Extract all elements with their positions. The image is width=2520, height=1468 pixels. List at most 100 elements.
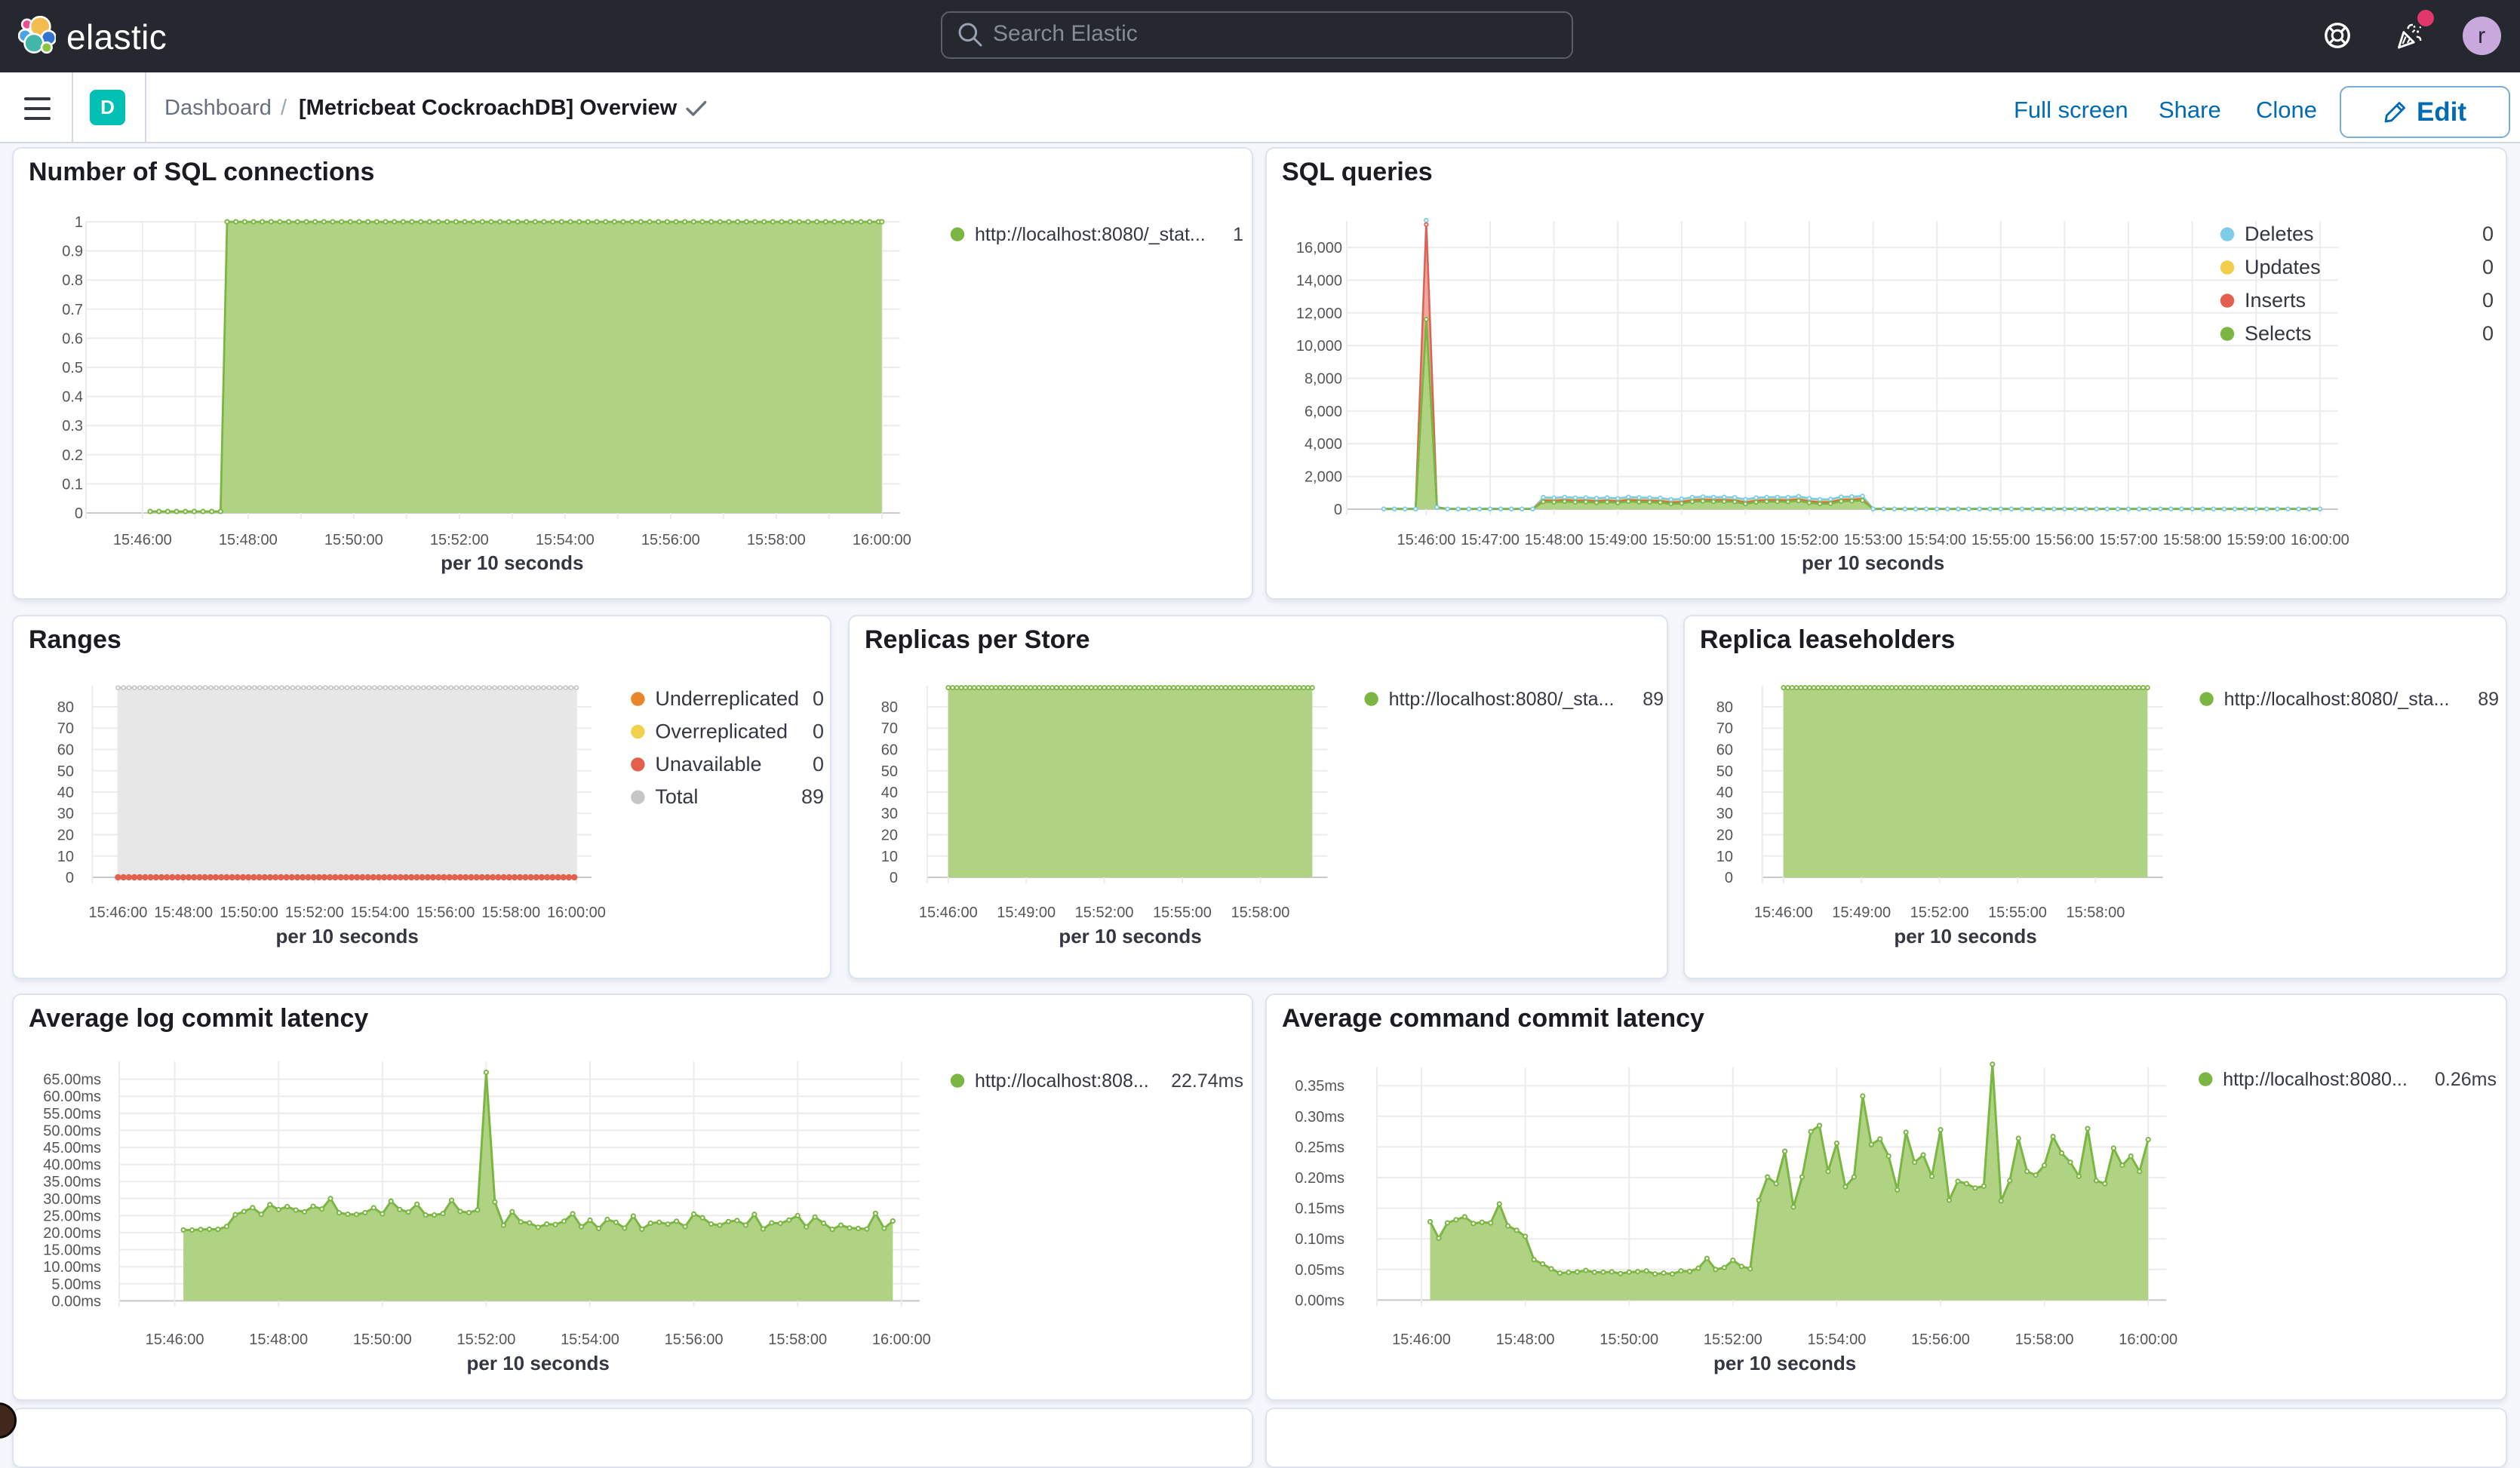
svg-text:15:58:00: 15:58:00 (481, 904, 540, 921)
svg-text:http://localhost:8080/_sta...: http://localhost:8080/_sta... (2224, 689, 2450, 710)
svg-text:0: 0 (2482, 289, 2494, 312)
svg-text:15.00ms: 15.00ms (43, 1242, 101, 1259)
svg-text:70: 70 (57, 720, 74, 737)
svg-text:15:58:00: 15:58:00 (768, 1331, 827, 1348)
svg-text:10.00ms: 10.00ms (43, 1259, 101, 1276)
svg-text:65.00ms: 65.00ms (43, 1072, 101, 1089)
svg-text:15:54:00: 15:54:00 (536, 532, 595, 548)
svg-text:0.4: 0.4 (62, 389, 83, 406)
svg-text:15:48:00: 15:48:00 (1525, 532, 1584, 548)
svg-text:15:52:00: 15:52:00 (1910, 904, 1969, 921)
svg-text:0.9: 0.9 (62, 244, 83, 260)
svg-text:0: 0 (2482, 256, 2494, 278)
svg-text:15:46:00: 15:46:00 (919, 904, 978, 921)
svg-text:45.00ms: 45.00ms (43, 1140, 101, 1156)
svg-text:15:58:00: 15:58:00 (2015, 1331, 2074, 1348)
svg-text:0: 0 (2482, 223, 2494, 245)
svg-text:15:52:00: 15:52:00 (1704, 1331, 1762, 1348)
svg-text:0.6: 0.6 (62, 330, 83, 347)
svg-text:15:54:00: 15:54:00 (351, 904, 410, 921)
svg-text:15:58:00: 15:58:00 (2066, 904, 2125, 921)
svg-text:10,000: 10,000 (1296, 338, 1342, 355)
svg-text:Selects: Selects (2245, 322, 2312, 345)
svg-text:15:58:00: 15:58:00 (1231, 904, 1289, 921)
svg-text:16,000: 16,000 (1296, 240, 1342, 256)
svg-text:15:52:00: 15:52:00 (456, 1331, 515, 1348)
svg-text:15:50:00: 15:50:00 (324, 532, 383, 548)
svg-text:15:53:00: 15:53:00 (1844, 532, 1903, 548)
svg-text:10: 10 (1716, 849, 1733, 865)
svg-text:10: 10 (57, 849, 74, 865)
svg-text:0: 0 (890, 870, 898, 886)
svg-text:20.00ms: 20.00ms (43, 1225, 101, 1242)
svg-text:15:54:00: 15:54:00 (1807, 1331, 1866, 1348)
svg-text:30: 30 (881, 806, 898, 822)
svg-text:16:00:00: 16:00:00 (2291, 532, 2349, 548)
svg-text:15:52:00: 15:52:00 (1780, 532, 1839, 548)
svg-text:16:00:00: 16:00:00 (872, 1331, 931, 1348)
svg-text:16:00:00: 16:00:00 (853, 532, 911, 548)
svg-text:0.25ms: 0.25ms (1295, 1139, 1345, 1156)
svg-text:0.00ms: 0.00ms (1295, 1292, 1345, 1309)
svg-text:0: 0 (66, 870, 74, 886)
svg-text:40.00ms: 40.00ms (43, 1157, 101, 1174)
svg-text:15:55:00: 15:55:00 (1988, 904, 2047, 921)
svg-text:22.74ms: 22.74ms (1171, 1070, 1243, 1092)
svg-text:0: 0 (813, 753, 824, 775)
svg-text:0.20ms: 0.20ms (1295, 1170, 1345, 1187)
svg-text:0.8: 0.8 (62, 272, 83, 289)
svg-text:60: 60 (57, 742, 74, 759)
svg-text:0: 0 (2482, 322, 2494, 345)
svg-text:Total: Total (655, 785, 698, 808)
svg-text:15:57:00: 15:57:00 (2099, 532, 2158, 548)
svg-text:per 10 seconds: per 10 seconds (1802, 551, 1944, 574)
svg-text:0.10ms: 0.10ms (1295, 1231, 1345, 1248)
svg-text:15:48:00: 15:48:00 (219, 532, 278, 548)
svg-text:60: 60 (1716, 742, 1733, 759)
svg-text:50: 50 (881, 763, 898, 780)
svg-text:Overreplicated: Overreplicated (655, 720, 788, 742)
svg-text:40: 40 (57, 785, 74, 801)
svg-text:16:00:00: 16:00:00 (547, 904, 606, 921)
svg-text:0.15ms: 0.15ms (1295, 1201, 1345, 1218)
svg-text:0: 0 (1334, 502, 1342, 518)
svg-text:80: 80 (57, 699, 74, 716)
svg-text:per 10 seconds: per 10 seconds (441, 551, 583, 574)
svg-text:25.00ms: 25.00ms (43, 1208, 101, 1224)
svg-text:15:51:00: 15:51:00 (1716, 532, 1775, 548)
svg-text:30: 30 (1716, 806, 1733, 822)
svg-text:0.00ms: 0.00ms (51, 1293, 101, 1310)
svg-text:6,000: 6,000 (1305, 404, 1342, 420)
svg-text:80: 80 (881, 699, 898, 716)
svg-text:15:56:00: 15:56:00 (1911, 1331, 1970, 1348)
svg-text:0: 0 (813, 687, 824, 710)
svg-text:15:46:00: 15:46:00 (1754, 904, 1813, 921)
svg-text:4,000: 4,000 (1305, 436, 1342, 453)
svg-text:0.30ms: 0.30ms (1295, 1109, 1345, 1126)
svg-text:15:49:00: 15:49:00 (1832, 904, 1891, 921)
svg-text:15:52:00: 15:52:00 (285, 904, 344, 921)
svg-text:55.00ms: 55.00ms (43, 1106, 101, 1122)
svg-text:10: 10 (881, 849, 898, 865)
svg-text:0: 0 (813, 720, 824, 742)
svg-text:40: 40 (881, 785, 898, 801)
svg-text:50: 50 (1716, 763, 1733, 780)
svg-text:1: 1 (1233, 224, 1243, 245)
svg-text:70: 70 (1716, 720, 1733, 737)
svg-text:Inserts: Inserts (2245, 289, 2306, 312)
svg-text:15:46:00: 15:46:00 (1392, 1331, 1451, 1348)
svg-text:30: 30 (57, 806, 74, 822)
svg-text:15:46:00: 15:46:00 (113, 532, 172, 548)
svg-text:15:52:00: 15:52:00 (1075, 904, 1134, 921)
svg-text:15:46:00: 15:46:00 (1397, 532, 1455, 548)
svg-text:15:56:00: 15:56:00 (641, 532, 700, 548)
svg-text:80: 80 (1716, 699, 1733, 716)
svg-text:15:46:00: 15:46:00 (146, 1331, 204, 1348)
svg-text:12,000: 12,000 (1296, 306, 1342, 322)
svg-text:15:48:00: 15:48:00 (1496, 1331, 1555, 1348)
svg-text:per 10 seconds: per 10 seconds (276, 925, 419, 947)
svg-text:15:48:00: 15:48:00 (249, 1331, 308, 1348)
svg-text:0.1: 0.1 (62, 476, 83, 493)
svg-text:per 10 seconds: per 10 seconds (1894, 925, 2036, 947)
svg-text:http://localhost:8080/_sta...: http://localhost:8080/_sta... (1389, 689, 1615, 710)
